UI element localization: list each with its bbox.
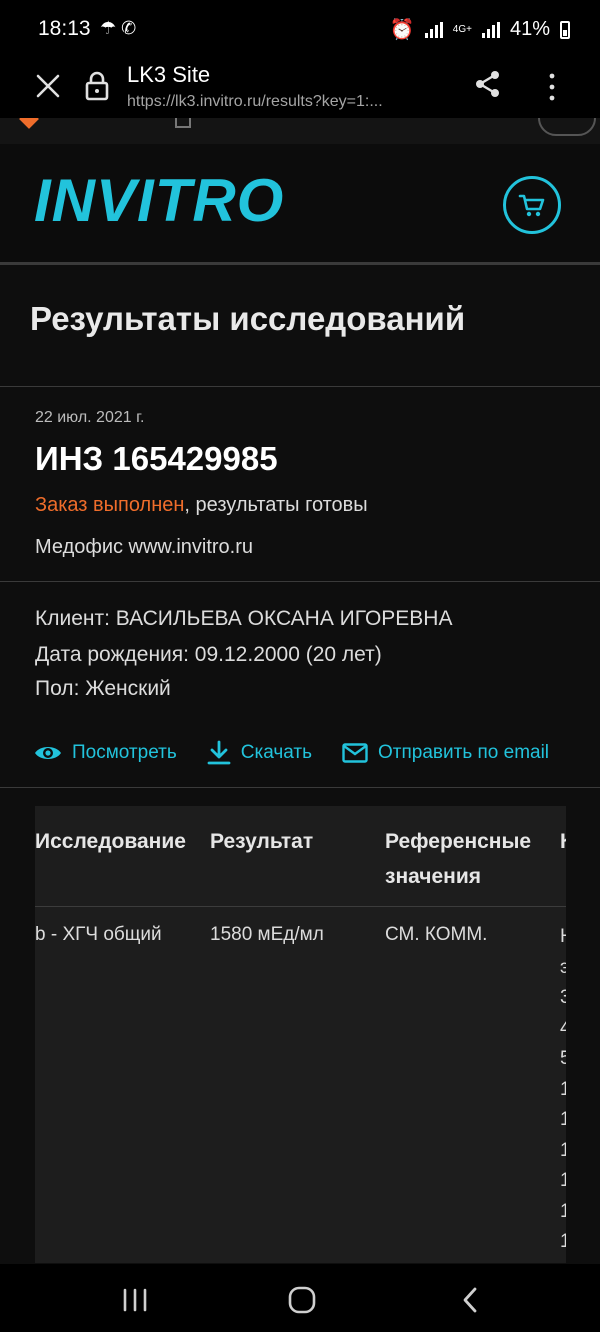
url-bar[interactable]: https://lk3.invitro.ru/results?key=1:... xyxy=(127,93,447,111)
divider xyxy=(0,581,600,582)
column-header-reference: Референсные значения xyxy=(385,830,532,888)
clock: 18:13 xyxy=(38,17,91,40)
eye-icon xyxy=(35,747,61,759)
divider xyxy=(0,787,600,788)
download-icon xyxy=(207,740,231,765)
back-icon[interactable] xyxy=(460,1286,480,1314)
view-button[interactable]: Посмотреть xyxy=(34,742,177,764)
table-header: Исследование Результат Референсные значе… xyxy=(35,806,566,907)
cell-result: 1580 мЕд/мл xyxy=(210,924,324,945)
results-table[interactable]: Исследование Результат Референсные значе… xyxy=(35,806,566,1263)
status-right: ⏰ 4G+ 41% xyxy=(390,17,570,42)
mail-icon xyxy=(342,743,368,763)
recent-apps-icon[interactable] xyxy=(121,1288,149,1312)
cell-comment: Н э 3 4 5 1 1 1 1 1 1 xyxy=(560,926,566,1252)
client-name: Клиент: ВАСИЛЬЕВА ОКСАНА ИГОРЕВНА xyxy=(35,607,453,630)
client-birth-date: Дата рождения: 09.12.2000 (20 лет) xyxy=(35,643,382,666)
medical-office: Медофис www.invitro.ru xyxy=(35,536,254,558)
divider xyxy=(0,386,600,387)
status-rest: , результаты готовы xyxy=(184,494,368,516)
lock-icon[interactable] xyxy=(85,70,109,102)
cart-button[interactable] xyxy=(503,176,561,234)
order-date: 22 июл. 2021 г. xyxy=(35,409,145,426)
status-done: Заказ выполнен xyxy=(35,494,185,516)
cart-icon xyxy=(518,194,545,217)
order-number: ИНЗ 165429985 xyxy=(35,440,278,477)
partial-button[interactable] xyxy=(538,118,596,136)
order-status: Заказ выполнен, результаты готовы xyxy=(35,494,368,517)
signal-icon-2 xyxy=(481,21,500,38)
download-button[interactable]: Скачать xyxy=(207,740,312,766)
battery-percent: 41% xyxy=(509,18,550,40)
email-button[interactable]: Отправить по email xyxy=(342,742,549,764)
network-type: 4G+ xyxy=(452,23,472,35)
column-header-test: Исследование xyxy=(35,830,186,853)
email-label: Отправить по email xyxy=(378,742,550,763)
system-navigation-bar xyxy=(0,1264,600,1332)
column-header-comment: К xyxy=(560,824,566,859)
column-header-result: Результат xyxy=(210,830,314,853)
invitro-logo[interactable]: INVITRO xyxy=(34,166,284,235)
close-icon[interactable] xyxy=(34,72,62,100)
view-label: Посмотреть xyxy=(72,742,177,763)
cell-reference: СМ. КОММ. xyxy=(385,924,488,945)
client-gender: Пол: Женский xyxy=(35,677,171,700)
page-title: Результаты исследований xyxy=(30,300,466,337)
site-header: INVITRO xyxy=(0,144,600,265)
cell-test: b - ХГЧ общий xyxy=(35,924,162,945)
more-menu-icon[interactable] xyxy=(544,72,560,102)
share-icon[interactable] xyxy=(474,70,502,98)
page-tab-title: LK3 Site xyxy=(127,62,211,87)
download-label: Скачать xyxy=(240,742,312,763)
partial-icon xyxy=(175,118,191,128)
battery-icon xyxy=(560,20,570,39)
collapsed-top-strip xyxy=(0,118,600,144)
status-bar: 18:13 ☂ ✆ ⏰ 4G+ 41% xyxy=(0,0,600,60)
result-actions: Посмотреть Скачать Отправить по email xyxy=(34,738,579,768)
notification-icons: ☂ ✆ xyxy=(100,18,137,38)
signal-icon xyxy=(424,21,443,38)
home-icon[interactable] xyxy=(288,1286,316,1314)
browser-toolbar: LK3 Site https://lk3.invitro.ru/results?… xyxy=(0,60,600,118)
alarm-icon: ⏰ xyxy=(389,19,415,41)
location-marker-icon xyxy=(19,118,39,129)
